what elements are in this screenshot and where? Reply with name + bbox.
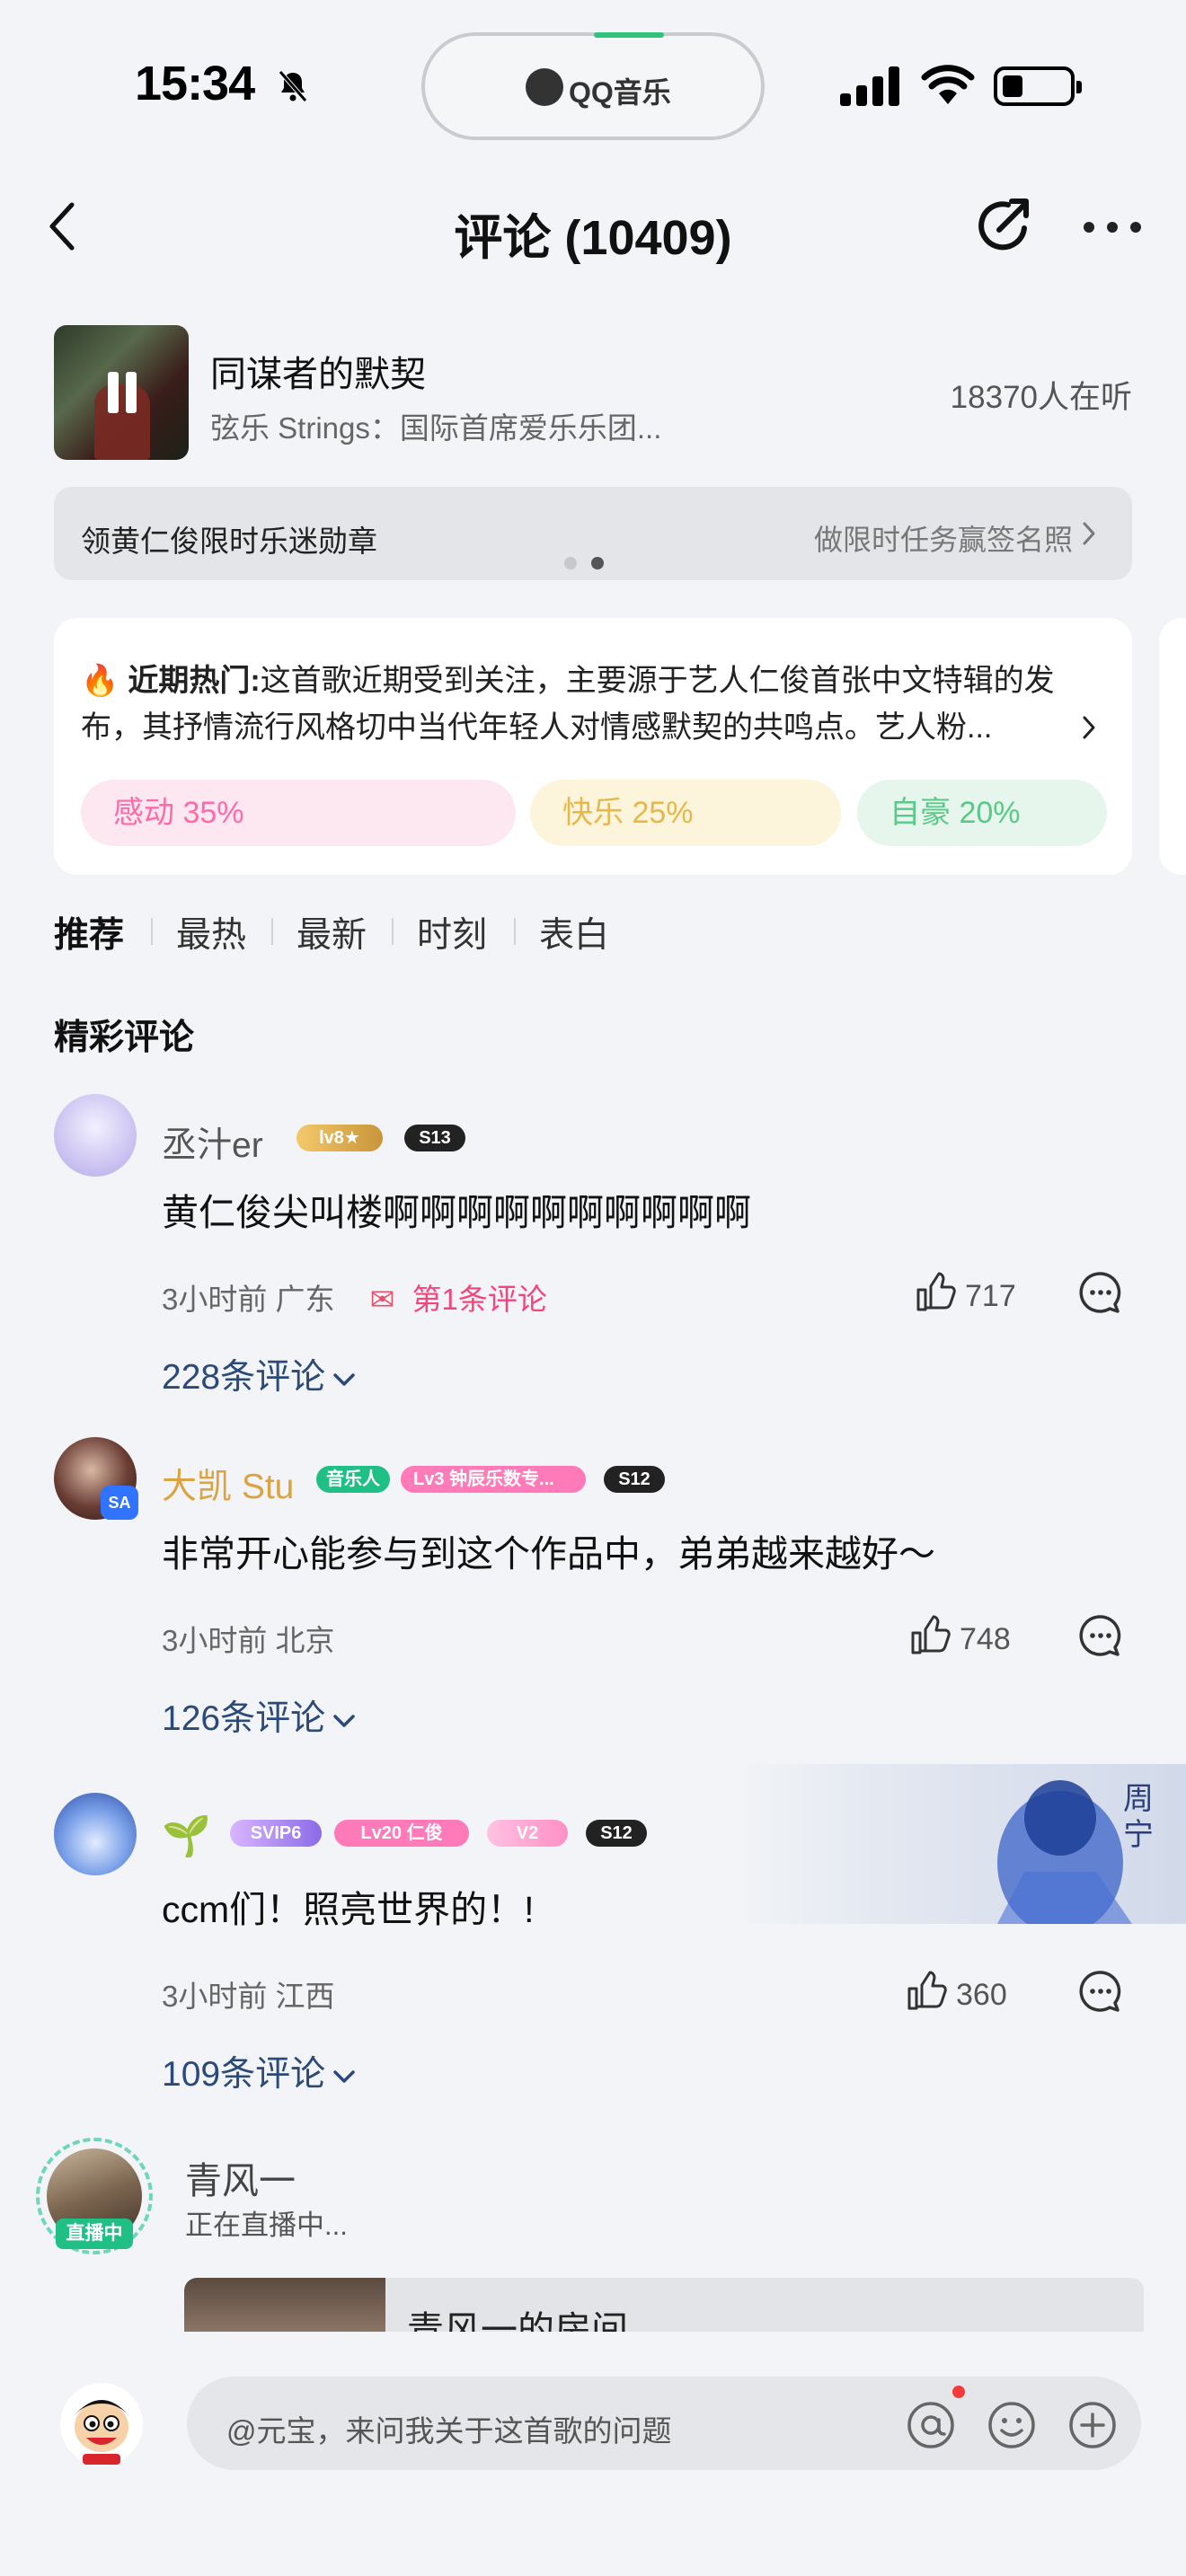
notification-dot: [952, 2386, 965, 2398]
chevron-right-icon: [1083, 522, 1095, 545]
signal-icon: [840, 66, 899, 106]
svg-text:宁: 宁: [1123, 1817, 1154, 1853]
mention-icon[interactable]: [906, 2400, 956, 2450]
tab-confession[interactable]: 表白: [539, 907, 609, 957]
live-room-card[interactable]: 青风一的房间: [184, 2278, 1144, 2332]
battery-icon: [994, 66, 1082, 106]
fan-level-badge: Lv3 钟辰乐数专...: [401, 1466, 586, 1493]
live-room-title: 青风一的房间: [407, 2309, 628, 2332]
chevron-down-icon: [333, 1714, 355, 1727]
share-icon[interactable]: [972, 194, 1037, 259]
mood-pill-proud[interactable]: 自豪 20%: [857, 780, 1107, 846]
decoration-figure: 周 宁: [997, 1780, 1154, 1924]
wifi-icon: [921, 65, 975, 104]
mood-pill-happy[interactable]: 快乐 25%: [530, 780, 841, 846]
reply-icon[interactable]: [1078, 1613, 1123, 1658]
comment-username[interactable]: 🌱: [162, 1813, 211, 1859]
add-icon[interactable]: [1067, 2400, 1118, 2450]
comment-text: 非常开心能参与到这个作品中，弟弟越来越好～: [162, 1533, 935, 1575]
live-badge: 直播中: [56, 2219, 133, 2249]
comment-time-location: 3小时前 广东: [162, 1283, 335, 1316]
vip-badge: S13: [404, 1125, 465, 1151]
level-badge: lv8★: [296, 1125, 383, 1151]
song-title[interactable]: 同谋者的默契: [210, 345, 426, 397]
reply-icon[interactable]: [1078, 1969, 1123, 2014]
avatar[interactable]: [54, 1793, 137, 1875]
banner-title: 领黄仁俊限时乐迷勋章: [81, 525, 377, 558]
hot-summary-card[interactable]: 🔥 近期热门:这首歌近期受到关注，主要源于艺人仁俊首张中文特辑的发布，其抒情流行风…: [54, 618, 1132, 875]
thumbs-up-icon: [907, 1971, 947, 2010]
pause-icon[interactable]: [104, 372, 140, 413]
hot-label: 近期热门:: [128, 664, 261, 698]
like-count: 717: [965, 1279, 1016, 1313]
mood-pill-moved[interactable]: 感动 35%: [81, 780, 516, 846]
island-progress: [594, 32, 664, 38]
replies-count: 126条评论: [162, 1699, 326, 1738]
chevron-right-icon[interactable]: [1082, 715, 1096, 740]
musician-badge: 音乐人: [316, 1466, 390, 1493]
live-status: 正在直播中...: [185, 2210, 348, 2241]
status-time: 15:34: [135, 57, 255, 110]
comment-input-placeholder: @元宝，来问我关于这首歌的问题: [226, 2414, 672, 2448]
view-replies-link[interactable]: 126条评论: [162, 1690, 356, 1741]
verified-icon: SA: [101, 1486, 138, 1520]
fire-icon: 🔥: [81, 664, 119, 698]
comment-text: 黄仁俊尖叫楼啊啊啊啊啊啊啊啊啊啊: [162, 1192, 751, 1233]
mute-bell-icon: [279, 70, 307, 102]
comment-username[interactable]: 丞汁er: [162, 1117, 263, 1168]
listener-count: 18370人在听: [950, 380, 1132, 415]
emoji-icon[interactable]: [987, 2400, 1037, 2450]
chevron-down-icon: [333, 2069, 355, 2083]
comment-input[interactable]: @元宝，来问我关于这首歌的问题: [187, 2377, 1141, 2470]
thumbs-up-icon: [911, 1615, 951, 1654]
live-room-thumbnail: [184, 2278, 385, 2332]
comment-username[interactable]: 大凯 Stu: [162, 1459, 294, 1509]
comment-text: ccm们！照亮世界的！!: [162, 1889, 535, 1930]
thumbs-up-icon: [916, 1272, 956, 1311]
vip-badge: S12: [586, 1820, 647, 1847]
like-count: 748: [960, 1622, 1011, 1656]
comments-page: 15:34 QQ音乐 评论 (10409) 同谋者的默契 弦乐 Strings：…: [0, 0, 1186, 2576]
svip-badge: SVIP6: [230, 1820, 322, 1847]
reply-icon[interactable]: [1078, 1270, 1123, 1315]
dynamic-island-player[interactable]: QQ音乐: [421, 32, 765, 140]
vip-badge: S12: [604, 1466, 665, 1493]
tab-recommended[interactable]: 推荐: [54, 907, 124, 957]
svg-text:周: 周: [1123, 1781, 1154, 1817]
mascot-avatar-icon[interactable]: [59, 2382, 144, 2466]
tab-moments[interactable]: 时刻: [417, 907, 487, 957]
chevron-down-icon: [333, 1372, 355, 1386]
tab-hottest[interactable]: 最热: [176, 907, 246, 957]
song-artist[interactable]: 弦乐 Strings：国际首席爱乐乐团...: [210, 404, 661, 447]
view-replies-link[interactable]: 228条评论: [162, 1349, 356, 1399]
comment-meta: 3小时前 广东 ✉ 第1条评论: [162, 1275, 547, 1319]
view-replies-link[interactable]: 109条评论: [162, 2046, 356, 2096]
avatar[interactable]: [54, 1094, 137, 1177]
album-cover[interactable]: [54, 325, 189, 460]
fan-level-badge: Lv20 仁俊: [334, 1820, 469, 1847]
section-title: 精彩评论: [54, 1019, 195, 1057]
live-username[interactable]: 青风一: [185, 2150, 296, 2204]
qq-music-logo-icon: [526, 68, 563, 106]
replies-count: 228条评论: [162, 1358, 326, 1397]
more-icon[interactable]: [1083, 221, 1142, 234]
diamond-badge: V2: [487, 1820, 568, 1847]
first-comment-tag: 第1条评论: [412, 1283, 547, 1316]
comment-meta: 3小时前 北京: [162, 1624, 335, 1657]
tab-newest[interactable]: 最新: [296, 907, 367, 957]
like-count: 360: [956, 1978, 1007, 2012]
hot-summary-text: 🔥 近期热门:这首歌近期受到关注，主要源于艺人仁俊首张中文特辑的发布，其抒情流行风…: [81, 657, 1087, 751]
island-label: QQ音乐: [569, 76, 671, 109]
envelope-icon: ✉: [369, 1283, 395, 1316]
next-card-peek[interactable]: [1159, 618, 1186, 875]
banner-action: 做限时任务赢签名照: [813, 524, 1073, 556]
replies-count: 109条评论: [162, 2055, 326, 2094]
comment-meta: 3小时前 江西: [162, 1980, 335, 2013]
